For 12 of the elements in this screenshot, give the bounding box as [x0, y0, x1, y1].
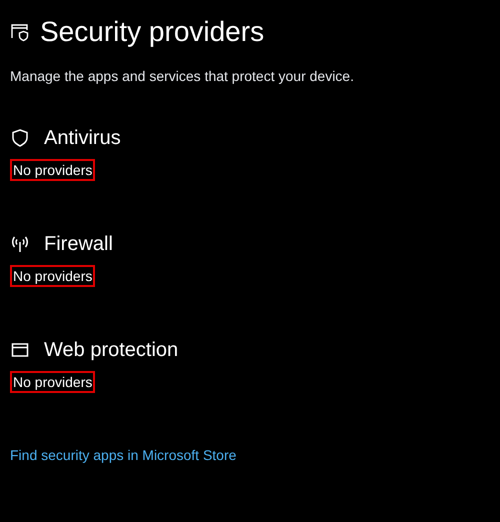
store-link[interactable]: Find security apps in Microsoft Store [10, 445, 236, 466]
status-text: No providers [10, 371, 96, 393]
antenna-icon [10, 234, 30, 254]
shield-icon [10, 128, 30, 148]
section-title: Firewall [44, 232, 113, 257]
status-text: No providers [10, 265, 96, 287]
shield-window-icon [10, 22, 30, 42]
page-subtitle: Manage the apps and services that protect your device. [10, 67, 355, 86]
section-title: Antivirus [44, 126, 121, 151]
section-title: Web protection [44, 338, 178, 363]
page-title: Security providers [40, 15, 264, 49]
status-text: No providers [10, 159, 96, 181]
